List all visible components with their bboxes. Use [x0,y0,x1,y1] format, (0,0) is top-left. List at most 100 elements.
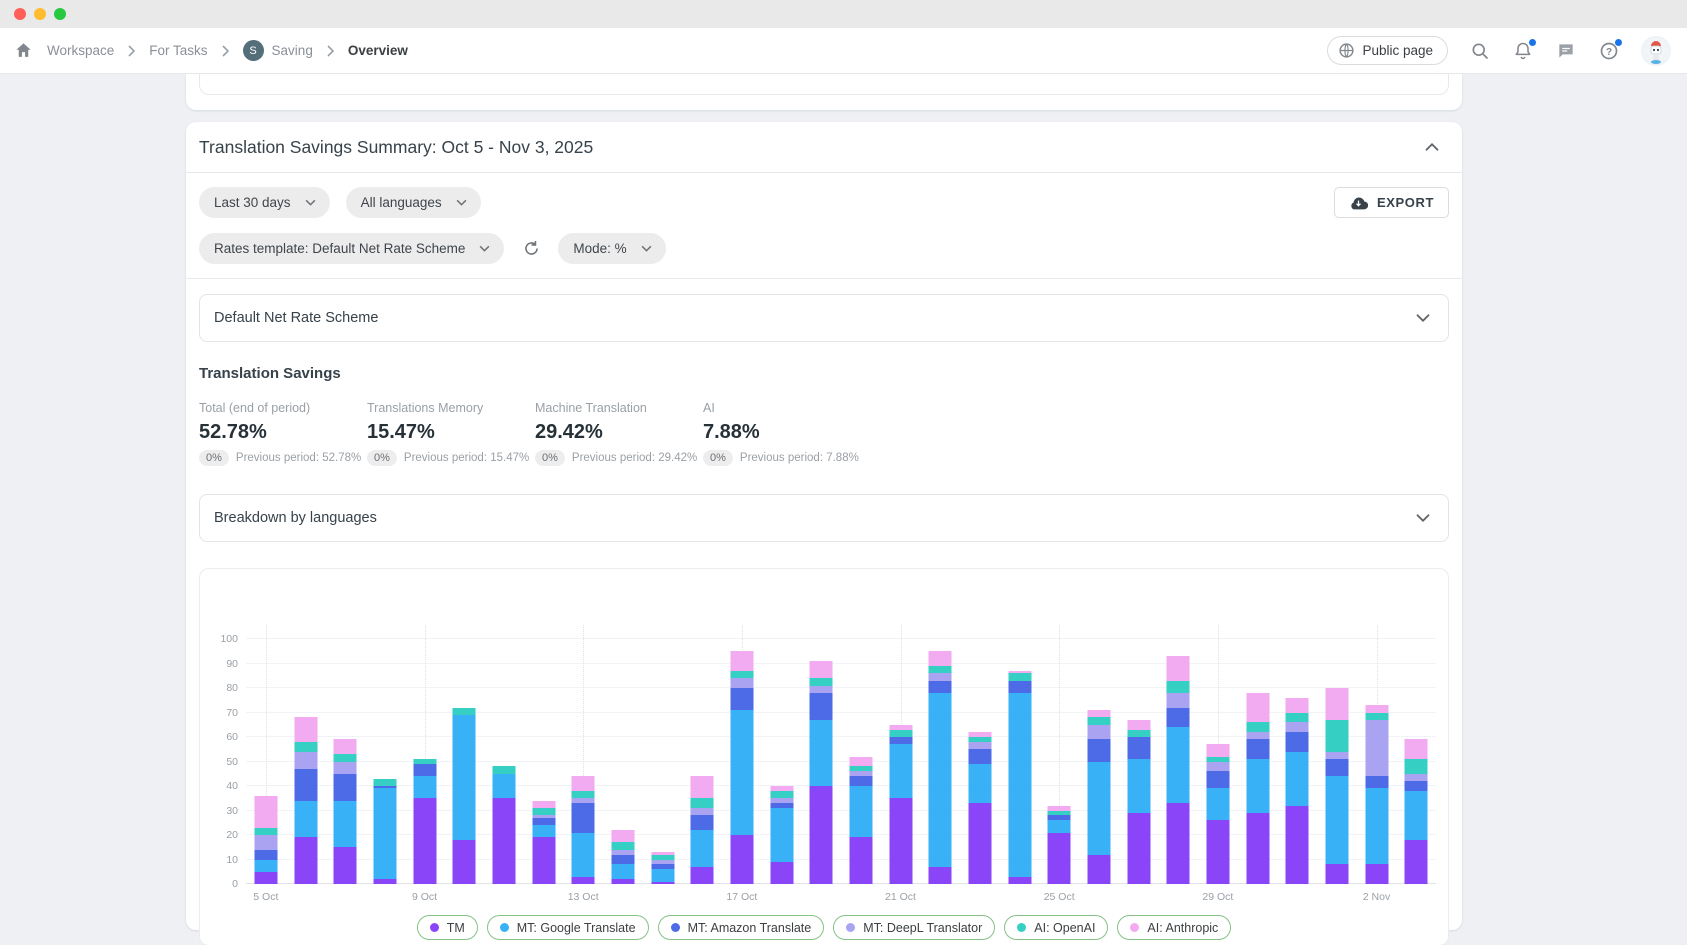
page-background: Translation Savings Summary: Oct 5 - Nov… [0,74,1687,945]
bar-slot [1079,639,1119,884]
stacked-bar [730,651,753,884]
legend-dot [1017,923,1026,932]
bar-segment [1127,737,1150,759]
legend-item[interactable]: MT: Amazon Translate [658,915,825,940]
bar-slot [603,639,643,884]
stacked-bar [1365,705,1388,884]
bar-slot [920,639,960,884]
x-tick-label: 2 Nov [1363,891,1390,903]
divider [186,278,1462,279]
home-icon[interactable] [12,40,34,62]
stacked-bar [1325,688,1348,884]
stacked-bar [889,725,912,884]
notifications-bell-icon[interactable] [1512,40,1534,62]
user-avatar[interactable] [1641,36,1671,66]
bar-segment [1286,752,1309,806]
bar-slot [286,639,326,884]
notification-dot [1614,38,1623,47]
bar-segment [1087,725,1110,740]
bar-segment [651,869,674,881]
stat-label: Total (end of period) [199,401,367,415]
bar-segment [294,717,317,742]
refresh-icon[interactable] [520,238,542,260]
stacked-bar [413,759,436,884]
bar-slot [246,639,286,884]
x-tick-label: 21 Oct [885,891,916,903]
chevron-right-icon [326,45,335,57]
bar-segment [810,786,833,884]
bar-segment [691,867,714,884]
delta-badge: 0% [367,450,397,466]
breadcrumb-for-tasks[interactable]: For Tasks [149,43,207,58]
chevron-right-icon [221,45,230,57]
bar-segment [968,742,991,749]
legend-item[interactable]: AI: OpenAI [1004,915,1108,940]
y-tick-label: 0 [232,878,238,890]
bar-segment [1246,722,1269,732]
search-icon[interactable] [1469,40,1491,62]
bar-slot [841,639,881,884]
stacked-bar [492,766,515,884]
bar-segment [1405,781,1428,791]
bar-segment [1127,720,1150,730]
bar-segment [1246,813,1269,884]
close-window-button[interactable] [14,8,26,20]
legend-item[interactable]: MT: Google Translate [487,915,649,940]
legend-item[interactable]: TM [417,915,478,940]
rate-scheme-section[interactable]: Default Net Rate Scheme [199,294,1449,342]
bar-segment [453,715,476,840]
bar-segment [532,801,555,808]
collapse-section-button[interactable] [1419,134,1445,160]
bar-segment [849,837,872,884]
bar-segment [611,879,634,884]
bar-segment [1325,752,1348,759]
breakdown-by-languages-section[interactable]: Breakdown by languages [199,494,1449,542]
previous-period-text: Previous period: 52.78% [236,452,361,464]
chevron-down-icon [1412,507,1434,529]
bar-segment [1365,776,1388,788]
bar-segment [691,815,714,830]
bar-segment [334,801,357,848]
bar-segment [373,788,396,879]
bar-segment [810,693,833,720]
bar-segment [1325,720,1348,752]
bar-slot [881,639,921,884]
previous-section-card [186,74,1462,110]
bar-segment [889,744,912,798]
bar-segment [611,864,634,879]
period-filter-dropdown[interactable]: Last 30 days [199,187,330,218]
rates-template-dropdown[interactable]: Rates template: Default Net Rate Scheme [199,233,504,264]
bar-segment [532,837,555,884]
legend-item[interactable]: AI: Anthropic [1117,915,1231,940]
stat-value: 52.78% [199,421,367,444]
bar-segment [1246,732,1269,739]
stacked-bar [770,786,793,884]
public-page-button[interactable]: Public page [1327,36,1448,65]
languages-filter-dropdown[interactable]: All languages [346,187,481,218]
mode-dropdown[interactable]: Mode: % [558,233,665,264]
bar-segment [889,737,912,744]
bar-segment [889,730,912,737]
help-icon[interactable]: ? [1598,40,1620,62]
bar-segment [254,796,277,828]
bar-slot [563,639,603,884]
export-button[interactable]: EXPORT [1334,187,1449,218]
stacked-bar [373,779,396,884]
bar-segment [691,776,714,798]
breadcrumb-saving[interactable]: S Saving [243,40,313,61]
x-tick-label: 25 Oct [1044,891,1075,903]
minimize-window-button[interactable] [34,8,46,20]
y-tick-label: 60 [226,731,238,743]
y-tick-label: 100 [220,633,238,645]
bar-segment [1325,688,1348,720]
bar-segment [929,673,952,680]
legend-item[interactable]: MT: DeepL Translator [833,915,995,940]
bar-segment [611,855,634,865]
chat-icon[interactable] [1555,40,1577,62]
stacked-bar [651,852,674,884]
breadcrumb-workspace[interactable]: Workspace [47,43,114,58]
bar-segment [810,661,833,678]
bar-segment [1087,855,1110,884]
bar-segment [849,757,872,767]
maximize-window-button[interactable] [54,8,66,20]
